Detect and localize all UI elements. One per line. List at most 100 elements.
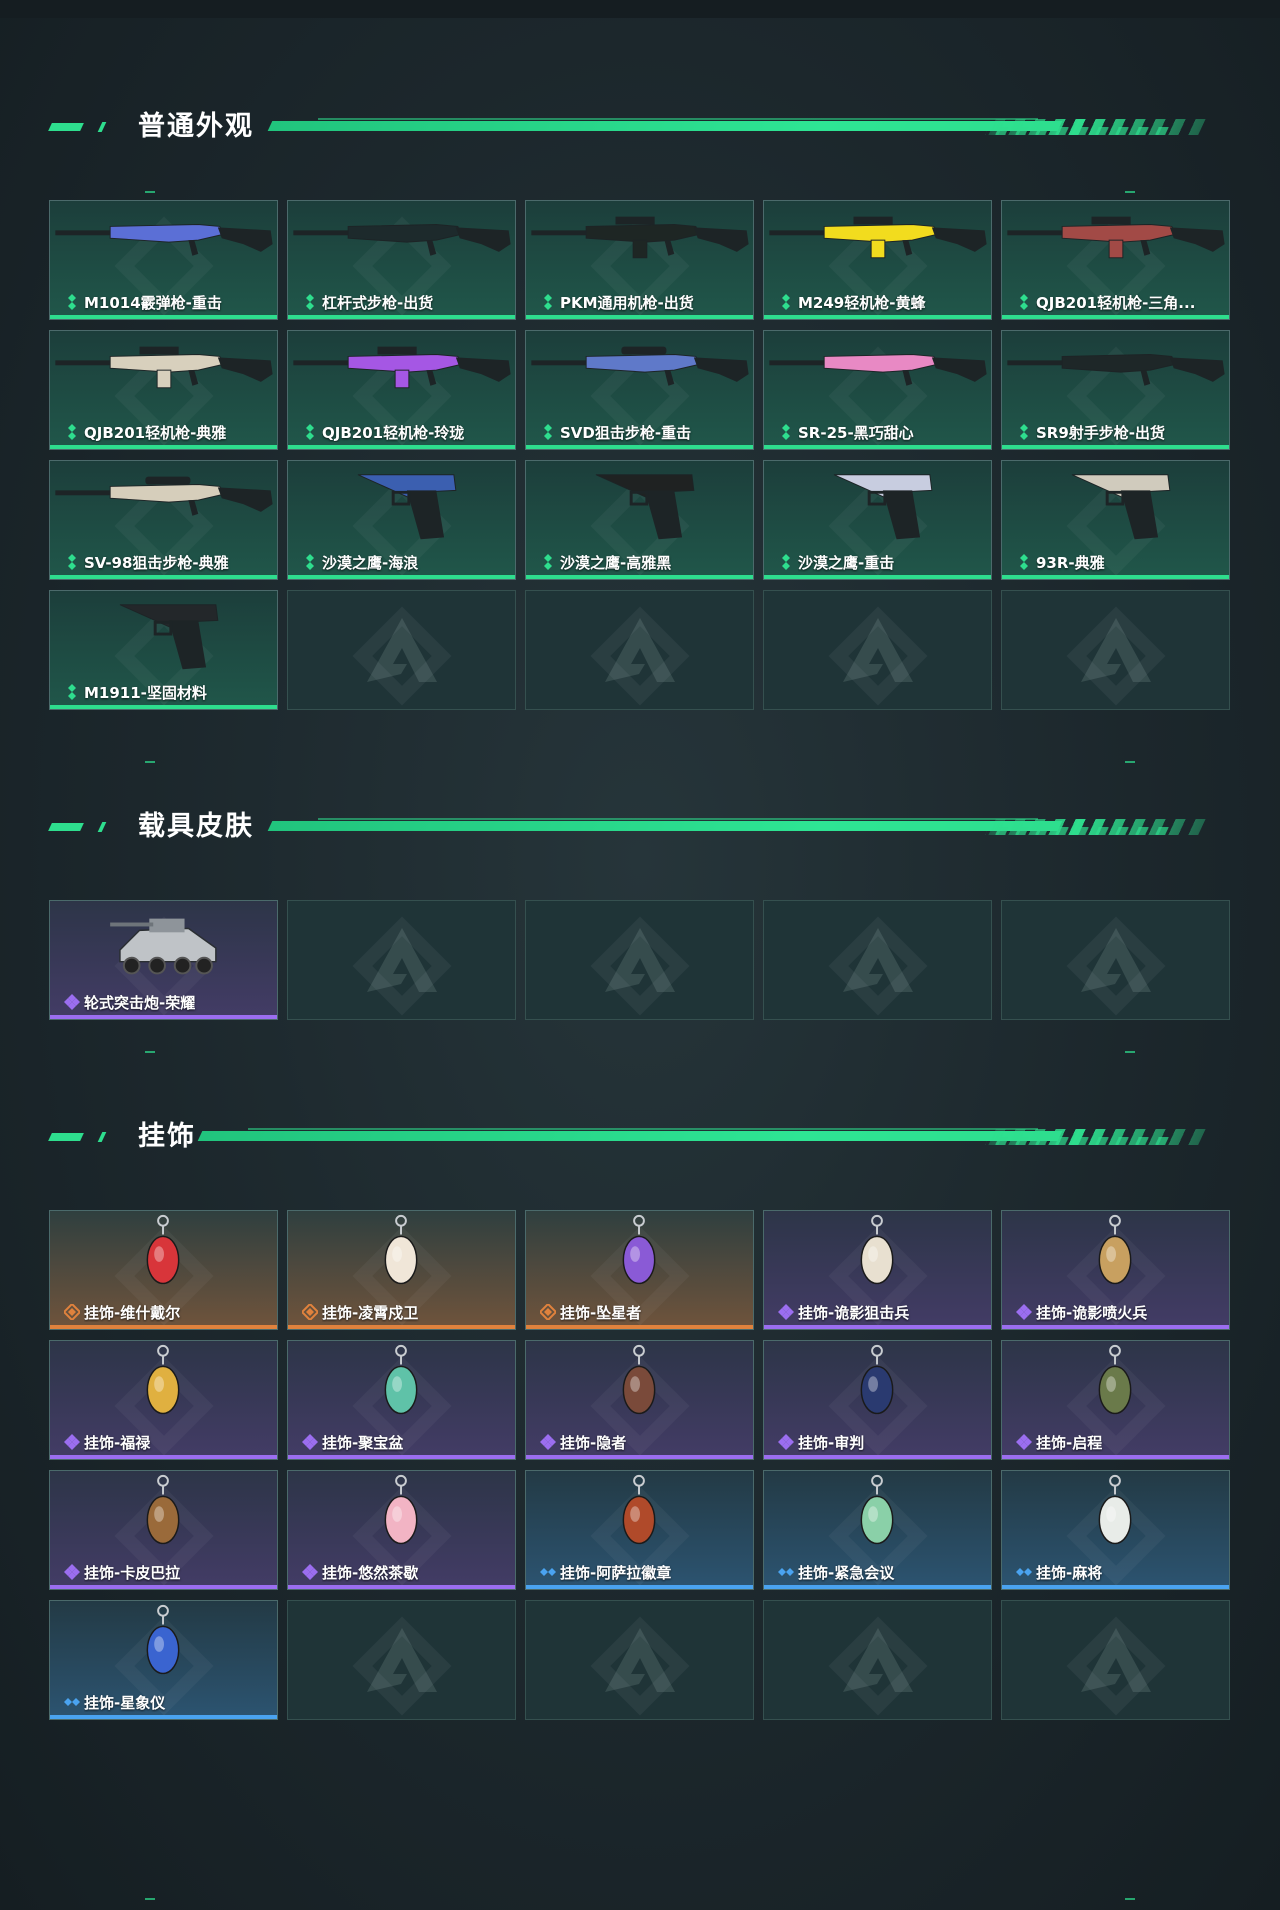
item-card[interactable]: 轮式突击炮-荣耀: [49, 900, 278, 1020]
pistol-icon: [1002, 461, 1229, 553]
rarity-icon: [302, 554, 318, 570]
tick: [145, 761, 155, 763]
section-header-vehicle-skins: 载具皮肤: [48, 810, 1206, 844]
item-card[interactable]: SVD狙击步枪-重击: [525, 330, 754, 450]
section-title: 载具皮肤: [138, 811, 254, 842]
item-card[interactable]: QJB201轻机枪-典雅: [49, 330, 278, 450]
item-card[interactable]: 挂饰-维什戴尔: [49, 1210, 278, 1330]
charm-icon: [526, 1341, 753, 1433]
rarity-bar: [50, 1585, 277, 1589]
item-label: 挂饰-诡影狙击兵: [798, 1304, 910, 1322]
rarity-icon: [64, 994, 80, 1010]
item-card[interactable]: 沙漠之鹰-海浪: [287, 460, 516, 580]
item-card[interactable]: 挂饰-诡影狙击兵: [763, 1210, 992, 1330]
header-accent: [97, 122, 107, 132]
item-card[interactable]: 挂饰-聚宝盆: [287, 1340, 516, 1460]
item-label: 93R-典雅: [1036, 554, 1105, 572]
empty-slot: [525, 590, 754, 710]
item-label: SVD狙击步枪-重击: [560, 424, 692, 442]
header-checker: [985, 127, 1169, 135]
header-accent: [97, 1132, 107, 1142]
rarity-icon: [64, 1564, 80, 1580]
placeholder-logo-icon: [842, 1628, 913, 1692]
item-card[interactable]: 沙漠之鹰-高雅黑: [525, 460, 754, 580]
item-label: 杠杆式步枪-出货: [322, 294, 434, 312]
item-card[interactable]: 挂饰-星象仪: [49, 1600, 278, 1720]
item-card[interactable]: 挂饰-坠星者: [525, 1210, 754, 1330]
item-label: 挂饰-麻将: [1036, 1564, 1103, 1582]
item-card[interactable]: 杠杆式步枪-出货: [287, 200, 516, 320]
rarity-bar: [50, 1455, 277, 1459]
header-accent: [48, 823, 84, 831]
tick: [145, 191, 155, 193]
machine-gun-icon: [526, 201, 753, 293]
item-card[interactable]: M1014霰弹枪-重击: [49, 200, 278, 320]
rarity-icon: [778, 1564, 794, 1580]
placeholder-logo-icon: [604, 1628, 675, 1692]
section-header-charms: 挂饰: [48, 1120, 1206, 1154]
item-card[interactable]: SR9射手步枪-出货: [1001, 330, 1230, 450]
item-label: 挂饰-紧急会议: [798, 1564, 895, 1582]
charm-icon: [50, 1471, 277, 1563]
item-card[interactable]: SR-25-黑巧甜心: [763, 330, 992, 450]
charm-icon: [526, 1211, 753, 1303]
light-machine-gun-icon: [764, 201, 991, 293]
rarity-icon: [1016, 1304, 1032, 1320]
rarity-bar: [288, 315, 515, 319]
item-label: 挂饰-诡影喷火兵: [1036, 1304, 1148, 1322]
rifle-icon: [1002, 331, 1229, 423]
rarity-bar: [50, 1325, 277, 1329]
item-card[interactable]: 挂饰-悠然茶歇: [287, 1470, 516, 1590]
rarity-bar: [764, 315, 991, 319]
rarity-icon: [64, 1694, 80, 1710]
item-label: 挂饰-阿萨拉徽章: [560, 1564, 672, 1582]
charm-icon: [50, 1341, 277, 1433]
rarity-icon: [64, 554, 80, 570]
item-card[interactable]: M1911-坚固材料: [49, 590, 278, 710]
rarity-icon: [62, 1302, 82, 1322]
item-card[interactable]: 沙漠之鹰-重击: [763, 460, 992, 580]
rarity-bar: [288, 1585, 515, 1589]
charms-grid: 挂饰-维什戴尔 挂饰-凌霄戍卫 挂饰-坠星者 挂饰-诡影狙击兵 挂饰-诡影喷火兵挂饰-福…: [49, 1210, 1230, 1720]
rarity-bar: [1002, 445, 1229, 449]
empty-slot: [763, 900, 992, 1020]
tick: [145, 1051, 155, 1053]
rarity-icon: [540, 294, 556, 310]
item-card[interactable]: 挂饰-阿萨拉徽章: [525, 1470, 754, 1590]
item-card[interactable]: M249轻机枪-黄蜂: [763, 200, 992, 320]
top-band: [0, 0, 1280, 18]
item-card[interactable]: 挂饰-审判: [763, 1340, 992, 1460]
item-label: 挂饰-福禄: [84, 1434, 151, 1452]
item-label: QJB201轻机枪-三角...: [1036, 294, 1196, 312]
rarity-icon: [1016, 554, 1032, 570]
item-card[interactable]: 93R-典雅: [1001, 460, 1230, 580]
rarity-icon: [302, 294, 318, 310]
header-accent: [48, 123, 84, 131]
pistol-icon: [764, 461, 991, 553]
empty-slot: [763, 590, 992, 710]
empty-slot: [1001, 1600, 1230, 1720]
item-card[interactable]: 挂饰-启程: [1001, 1340, 1230, 1460]
item-label: 轮式突击炮-荣耀: [84, 994, 196, 1012]
header-line: [318, 818, 1038, 820]
item-label: M1911-坚固材料: [84, 684, 207, 702]
item-card[interactable]: 挂饰-凌霄戍卫: [287, 1210, 516, 1330]
item-card[interactable]: 挂饰-隐者: [525, 1340, 754, 1460]
item-card[interactable]: SV-98狙击步枪-典雅: [49, 460, 278, 580]
item-label: 挂饰-聚宝盆: [322, 1434, 404, 1452]
item-card[interactable]: 挂饰-卡皮巴拉: [49, 1470, 278, 1590]
item-label: 挂饰-维什戴尔: [84, 1304, 181, 1322]
charm-icon: [526, 1471, 753, 1563]
item-card[interactable]: 挂饰-紧急会议: [763, 1470, 992, 1590]
item-card[interactable]: QJB201轻机枪-玲珑: [287, 330, 516, 450]
rarity-bar: [764, 1585, 991, 1589]
item-card[interactable]: 挂饰-麻将: [1001, 1470, 1230, 1590]
item-card[interactable]: QJB201轻机枪-三角...: [1001, 200, 1230, 320]
item-card[interactable]: PKM通用机枪-出货: [525, 200, 754, 320]
item-card[interactable]: 挂饰-诡影喷火兵: [1001, 1210, 1230, 1330]
empty-slot: [287, 1600, 516, 1720]
item-card[interactable]: 挂饰-福禄: [49, 1340, 278, 1460]
item-label: 沙漠之鹰-重击: [798, 554, 895, 572]
placeholder-logo-icon: [1080, 618, 1151, 682]
header-line: [248, 1128, 1038, 1130]
